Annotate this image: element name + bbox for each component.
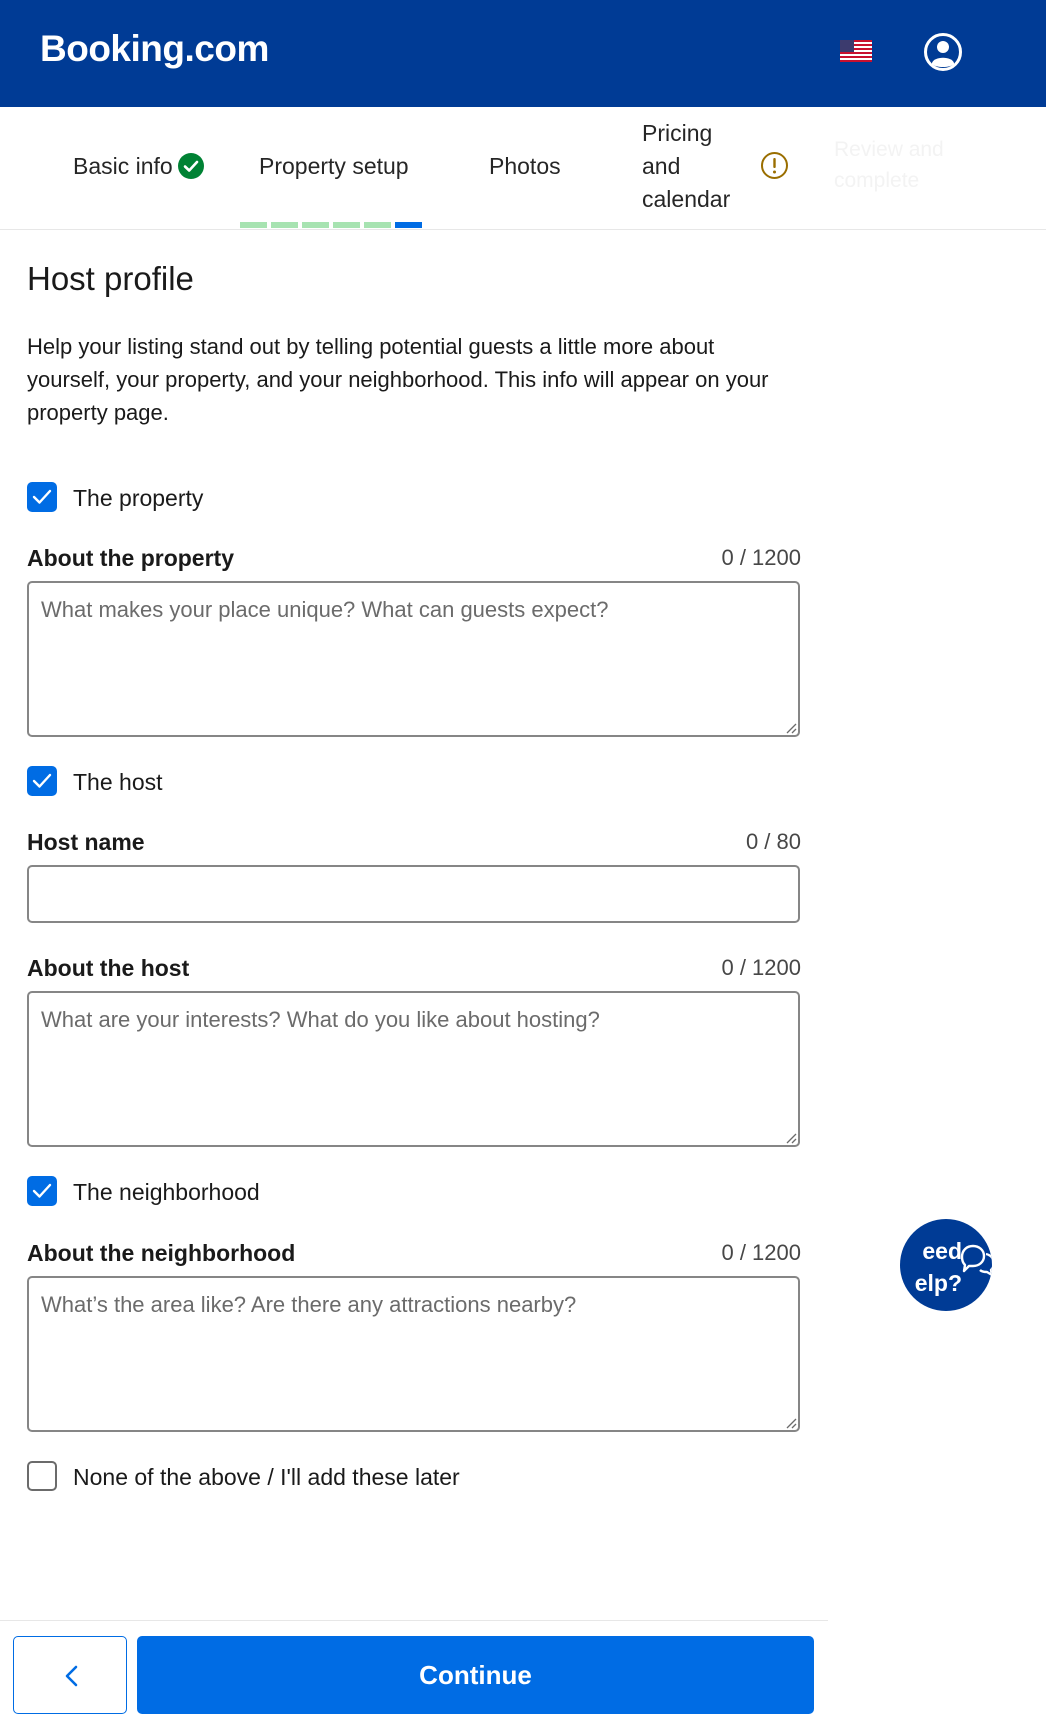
continue-button[interactable]: Continue	[137, 1636, 814, 1714]
step-review-and-complete: Review and complete	[834, 138, 944, 192]
checkmark-icon	[32, 1183, 52, 1198]
about-neighborhood-placeholder: What’s the area like? Are there any attr…	[41, 1292, 577, 1317]
warning-circle-icon	[761, 152, 788, 179]
progress-segment	[333, 222, 360, 228]
chevron-left-icon	[65, 1665, 78, 1687]
chat-bubbles-icon	[960, 1244, 992, 1277]
about-host-label: About the host	[27, 955, 190, 981]
about-property-placeholder: What makes your place unique? What can g…	[41, 597, 609, 622]
step-photos[interactable]: Photos	[489, 150, 561, 183]
progress-segment	[240, 222, 267, 228]
none-checkbox[interactable]	[27, 1461, 57, 1491]
account-icon[interactable]	[923, 32, 963, 72]
step-property-setup[interactable]: Property setup	[259, 150, 409, 183]
footer-divider	[0, 1620, 828, 1621]
about-neighborhood-counter: 0 / 1200	[721, 1240, 801, 1265]
step-pricing-and-calendar[interactable]: Pricing and calendar	[642, 117, 752, 216]
us-flag-icon[interactable]	[840, 40, 872, 62]
neighborhood-checkbox[interactable]	[27, 1176, 57, 1206]
about-host-textarea[interactable]: What are your interests? What do you lik…	[27, 991, 800, 1147]
about-neighborhood-label: About the neighborhood	[27, 1240, 296, 1266]
header: Booking.com	[0, 0, 1046, 107]
property-checkbox-label: The property	[73, 485, 204, 511]
checkmark-icon	[32, 489, 52, 504]
page-title: Host profile	[27, 260, 194, 297]
resize-handle-icon[interactable]	[785, 1132, 797, 1144]
host-name-counter: 0 / 80	[745, 829, 801, 854]
checkmark-icon	[32, 773, 52, 788]
progress-stepper: Basic info Property setup Photos Pricing…	[0, 107, 1046, 230]
about-host-placeholder: What are your interests? What do you lik…	[41, 1007, 600, 1032]
about-neighborhood-textarea[interactable]: What’s the area like? Are there any attr…	[27, 1276, 800, 1432]
step-basic-info[interactable]: Basic info	[73, 150, 173, 183]
need-help-text: eed elp?	[914, 1238, 962, 1296]
need-help-button[interactable]: eed elp?	[900, 1219, 992, 1311]
resize-handle-icon[interactable]	[785, 722, 797, 734]
property-checkbox[interactable]	[27, 482, 57, 512]
check-circle-icon	[178, 153, 204, 179]
host-checkbox[interactable]	[27, 766, 57, 796]
about-property-counter: 0 / 1200	[721, 545, 801, 570]
host-name-input[interactable]	[27, 865, 800, 923]
resize-handle-icon[interactable]	[785, 1417, 797, 1429]
progress-segment-current	[395, 222, 422, 228]
about-host-counter: 0 / 1200	[721, 955, 801, 980]
back-button[interactable]	[13, 1636, 127, 1714]
progress-segment	[364, 222, 391, 228]
host-checkbox-label: The host	[73, 769, 163, 795]
booking-logo[interactable]: Booking.com	[40, 28, 269, 70]
neighborhood-checkbox-label: The neighborhood	[73, 1179, 260, 1205]
intro-text: Help your listing stand out by telling p…	[27, 334, 769, 425]
host-name-label: Host name	[27, 829, 145, 855]
progress-segment	[271, 222, 298, 228]
about-property-label: About the property	[27, 545, 234, 571]
none-checkbox-label: None of the above / I'll add these later	[73, 1464, 460, 1490]
progress-segment	[302, 222, 329, 228]
about-property-textarea[interactable]: What makes your place unique? What can g…	[27, 581, 800, 737]
